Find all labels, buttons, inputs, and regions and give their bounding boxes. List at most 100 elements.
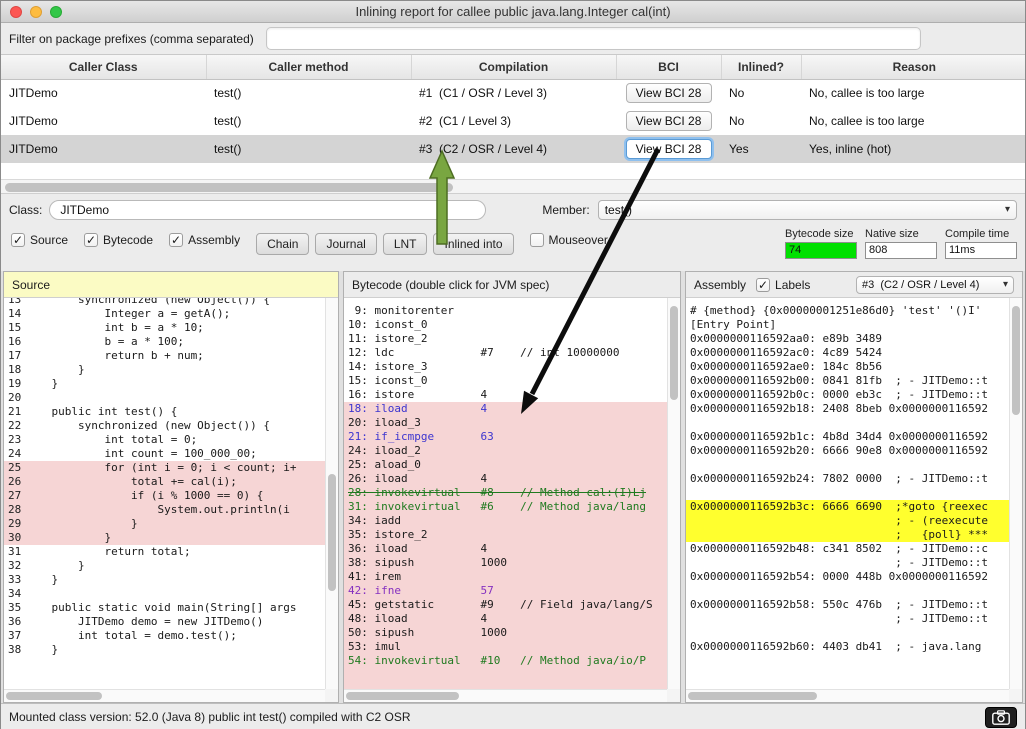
line-text: } bbox=[25, 573, 58, 586]
assembly-line: 0x0000000116592b60: 4403 db41 ; - java.l… bbox=[686, 640, 1009, 654]
bytecode-line: 14: istore_3 bbox=[344, 360, 667, 374]
chain-button[interactable]: Chain bbox=[256, 233, 309, 255]
bytecode-code[interactable]: 9: monitorenter10: iconst_011: istore_2 1… bbox=[344, 298, 667, 689]
bytecode-line: 11: istore_2 bbox=[344, 332, 667, 346]
checkbox-mouseover[interactable]: Mouseover bbox=[530, 233, 608, 247]
window-title: Inlining report for callee public java.l… bbox=[1, 4, 1025, 19]
compilation-cell: #2 (C1 / Level 3) bbox=[411, 107, 616, 135]
assembly-text: 0x0000000116592b54: 0000 448b 0x00000001… bbox=[690, 570, 988, 583]
assembly-compilation-select[interactable]: #3 (C2 / OSR / Level 4) ▾ bbox=[856, 276, 1014, 294]
assembly-panel-title: Assembly bbox=[694, 278, 746, 292]
table-hscrollbar[interactable] bbox=[1, 179, 1025, 194]
bytecode-vscrollbar-thumb[interactable] bbox=[670, 306, 678, 400]
bytecode-vscrollbar[interactable] bbox=[667, 298, 680, 689]
assembly-vscrollbar[interactable] bbox=[1009, 298, 1022, 689]
bytecode-hscrollbar[interactable] bbox=[344, 689, 667, 702]
line-number: 13 bbox=[8, 298, 25, 307]
assembly-code[interactable]: # {method} {0x00000001251e86d0} 'test' '… bbox=[686, 298, 1009, 689]
line-number: 28 bbox=[8, 503, 25, 517]
bytecode-line: 26: iload 4 bbox=[344, 472, 667, 486]
checkbox-bytecode[interactable]: ✓Bytecode bbox=[84, 233, 153, 247]
minimize-button[interactable] bbox=[30, 6, 42, 18]
status-text: Mounted class version: 52.0 (Java 8) pub… bbox=[9, 710, 411, 724]
source-hscrollbar[interactable] bbox=[4, 689, 325, 702]
bytecode-line: 9: monitorenter bbox=[344, 304, 667, 318]
source-line: 24 int count = 100_000_00; bbox=[4, 447, 325, 461]
labels-checkbox[interactable]: ✓ Labels bbox=[756, 278, 810, 292]
source-hscrollbar-thumb[interactable] bbox=[6, 692, 102, 700]
bytecode-line: 16: istore 4 bbox=[344, 388, 667, 402]
assembly-hscrollbar[interactable] bbox=[686, 689, 1009, 702]
line-text: } bbox=[25, 517, 138, 530]
assembly-line: 0x0000000116592ac0: 4c89 5424 bbox=[686, 346, 1009, 360]
bytecode-line: 48: iload 4 bbox=[344, 612, 667, 626]
view-bci-button[interactable]: View BCI 28 bbox=[626, 111, 712, 131]
reason-cell: No, callee is too large bbox=[801, 107, 1025, 135]
class-field[interactable]: JITDemo bbox=[49, 200, 486, 220]
bytecode-panel: Bytecode (double click for JVM spec) 9: … bbox=[343, 271, 681, 703]
bytecode-hscrollbar-thumb[interactable] bbox=[346, 692, 459, 700]
table-row[interactable]: JITDemotest()#1 (C1 / OSR / Level 3)View… bbox=[1, 79, 1025, 107]
instruction-text: 54: invokevirtual #10 // Method java/io/… bbox=[348, 654, 646, 667]
screenshot-button[interactable] bbox=[985, 707, 1017, 728]
column-header-reason: Reason bbox=[801, 55, 1025, 79]
status-bar: Mounted class version: 52.0 (Java 8) pub… bbox=[1, 703, 1025, 729]
checkbox-assembly[interactable]: ✓Assembly bbox=[169, 233, 240, 247]
line-text: } bbox=[25, 643, 58, 656]
instruction-text: 28: invokevirtual #8 // Method cal:(I)Lj bbox=[348, 486, 646, 499]
bytecode-line: 10: iconst_0 bbox=[344, 318, 667, 332]
stat-label: Native size bbox=[865, 228, 937, 240]
instruction-text: 35: istore_2 bbox=[348, 528, 427, 541]
line-text: public int test() { bbox=[25, 405, 177, 418]
view-bci-button[interactable]: View BCI 28 bbox=[626, 139, 712, 159]
assembly-hscrollbar-thumb[interactable] bbox=[688, 692, 817, 700]
instruction-text: 14: istore_3 bbox=[348, 360, 427, 373]
checkbox-box: ✓ bbox=[169, 233, 183, 247]
checkbox-box: ✓ bbox=[756, 278, 770, 292]
instruction-text: 45: getstatic #9 // Field java/lang/S bbox=[348, 598, 653, 611]
line-number: 17 bbox=[8, 349, 25, 363]
controls-bar: ✓Source ✓Bytecode ✓Assembly Chain Journal LN… bbox=[1, 225, 1025, 271]
assembly-text: 0x0000000116592b1c: 4b8d 34d4 0x00000001… bbox=[690, 430, 988, 443]
instruction-text: 48: iload 4 bbox=[348, 612, 487, 625]
assembly-line: ; - JITDemo::t bbox=[686, 556, 1009, 570]
source-line: 14 Integer a = getA(); bbox=[4, 307, 325, 321]
source-code[interactable]: 13 synchronized (new Object()) { 14 Integ… bbox=[4, 298, 325, 689]
instruction-text: 34: iadd bbox=[348, 514, 401, 527]
triview: Source 13 synchronized (new Object()) {1… bbox=[1, 271, 1025, 703]
table-row[interactable]: JITDemotest()#2 (C1 / Level 3)View BCI 2… bbox=[1, 107, 1025, 135]
assembly-line bbox=[686, 486, 1009, 500]
zoom-button[interactable] bbox=[50, 6, 62, 18]
assembly-line: 0x0000000116592b1c: 4b8d 34d4 0x00000001… bbox=[686, 430, 1009, 444]
assembly-vscrollbar-thumb[interactable] bbox=[1012, 306, 1020, 415]
inlined-into-button[interactable]: Inlined into bbox=[433, 233, 513, 255]
reason-cell: No, callee is too large bbox=[801, 79, 1025, 107]
source-line: 20 bbox=[4, 391, 325, 405]
package-filter-input[interactable] bbox=[266, 27, 921, 50]
instruction-text: 41: irem bbox=[348, 570, 401, 583]
stat-label: Bytecode size bbox=[785, 228, 857, 240]
instruction-text: 50: sipush 1000 bbox=[348, 626, 507, 639]
line-text: int b = a * 10; bbox=[25, 321, 204, 334]
table-row[interactable]: JITDemotest()#3 (C2 / OSR / Level 4)View… bbox=[1, 135, 1025, 163]
caller-method-cell: test() bbox=[206, 107, 411, 135]
close-button[interactable] bbox=[10, 6, 22, 18]
source-line: 36 JITDemo demo = new JITDemo() bbox=[4, 615, 325, 629]
source-vscrollbar[interactable] bbox=[325, 298, 338, 689]
assembly-line: [Entry Point] bbox=[686, 318, 1009, 332]
source-vscrollbar-thumb[interactable] bbox=[328, 474, 336, 591]
source-line: 17 return b + num; bbox=[4, 349, 325, 363]
lnt-button[interactable]: LNT bbox=[383, 233, 428, 255]
source-line: 30 } bbox=[4, 531, 325, 545]
table-hscrollbar-thumb[interactable] bbox=[5, 183, 453, 192]
journal-button[interactable]: Journal bbox=[315, 233, 376, 255]
bci-cell: View BCI 28 bbox=[616, 107, 721, 135]
filter-bar: Filter on package prefixes (comma separa… bbox=[1, 23, 1025, 54]
view-bci-button[interactable]: View BCI 28 bbox=[626, 83, 712, 103]
assembly-panel-header: Assembly ✓ Labels #3 (C2 / OSR / Level 4… bbox=[686, 272, 1022, 298]
assembly-text: 0x0000000116592b24: 7802 0000 ; - JITDem… bbox=[690, 472, 988, 485]
member-select[interactable]: test() ▾ bbox=[598, 200, 1017, 220]
line-text: synchronized (new Object()) { bbox=[25, 419, 270, 432]
member-label: Member: bbox=[542, 203, 589, 217]
checkbox-source[interactable]: ✓Source bbox=[11, 233, 68, 247]
